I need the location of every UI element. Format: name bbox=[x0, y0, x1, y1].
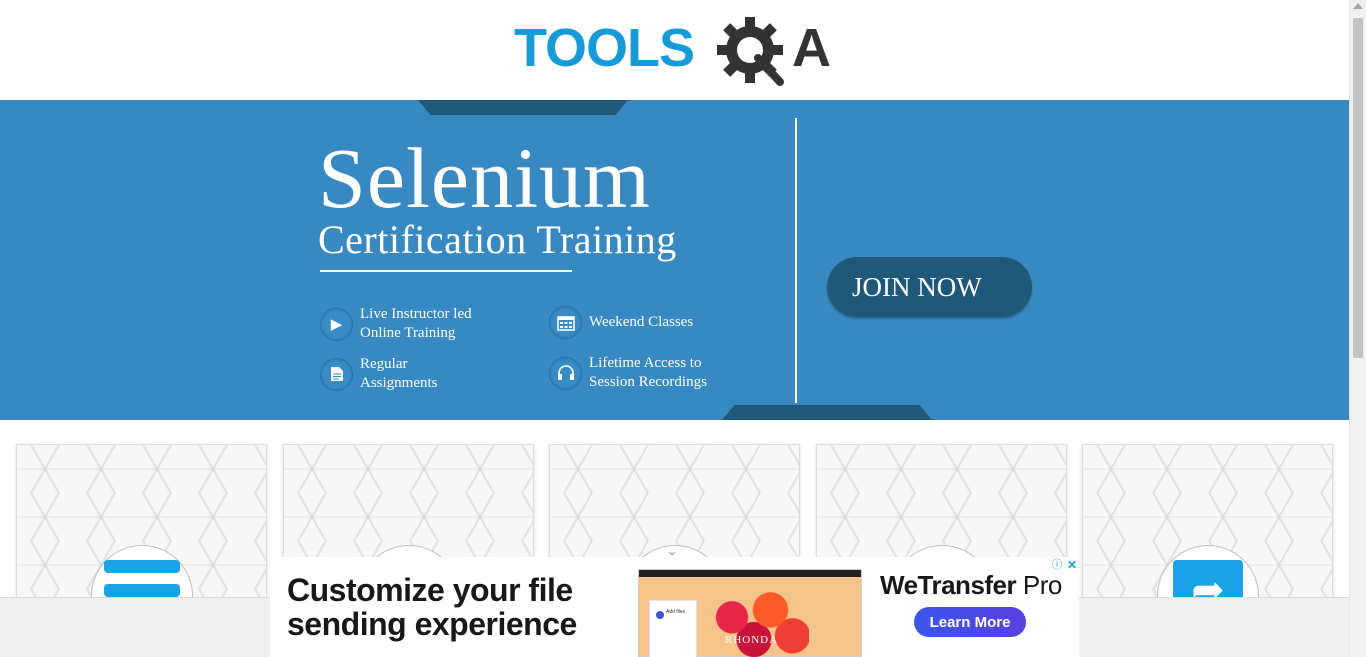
feature-assignments: Regular Assignments bbox=[320, 355, 438, 393]
site-header: TOOLS A bbox=[0, 0, 1349, 100]
selenium-banner[interactable]: Selenium Certification Training ▶ Live I… bbox=[0, 100, 1349, 420]
vertical-scrollbar[interactable] bbox=[1349, 0, 1366, 657]
play-icon: ▶ bbox=[320, 307, 353, 341]
ad-preview-panel: Add files bbox=[649, 600, 697, 657]
chevron-down-icon: ⌄ bbox=[667, 544, 678, 558]
flowers-image bbox=[699, 584, 809, 657]
toolsqa-logo[interactable]: TOOLS A bbox=[514, 14, 838, 92]
join-now-button[interactable]: JOIN NOW bbox=[827, 257, 1032, 317]
learn-more-button[interactable]: Learn More bbox=[914, 607, 1026, 637]
feature-weekend-classes: Weekend Classes bbox=[549, 306, 693, 339]
scroll-up-arrow[interactable] bbox=[1353, 3, 1363, 9]
ad-brand-light: Pro bbox=[1016, 570, 1062, 600]
feature-line: Regular bbox=[360, 356, 408, 372]
banner-title: Selenium bbox=[318, 130, 651, 226]
gear-magnifier-icon bbox=[717, 17, 784, 86]
feature-line: Session Recordings bbox=[589, 374, 707, 390]
logo-a-text: A bbox=[792, 18, 831, 78]
banner-divider bbox=[795, 118, 797, 403]
ad-brand-bold: WeTransfer bbox=[880, 570, 1017, 600]
wetransfer-ad[interactable]: Customize your file sending experience Ad… bbox=[270, 557, 1079, 657]
ad-preview-name: RHONDA bbox=[725, 634, 779, 646]
feature-line: Assignments bbox=[360, 375, 438, 391]
feature-live-training: ▶ Live Instructor led Online Training bbox=[320, 305, 472, 343]
feature-lifetime-access: Lifetime Access to Session Recordings bbox=[549, 354, 707, 392]
close-icon[interactable]: ✕ bbox=[1065, 558, 1079, 572]
feature-line: Weekend Classes bbox=[589, 314, 694, 330]
ad-preview-panel-text: Add files bbox=[666, 609, 686, 615]
page: TOOLS A Selenium Certification Training … bbox=[0, 0, 1366, 657]
banner-tab-bottom bbox=[722, 405, 932, 420]
logo-tools-text: TOOLS bbox=[514, 18, 694, 78]
banner-tab-top bbox=[418, 100, 628, 115]
feature-line: Live Instructor led bbox=[360, 306, 472, 322]
banner-underline bbox=[320, 270, 572, 272]
ad-headline-line: sending experience bbox=[287, 606, 577, 642]
feature-line: Lifetime Access to bbox=[589, 355, 702, 371]
document-icon bbox=[320, 357, 353, 391]
ad-preview-image: Add files RHONDA bbox=[638, 569, 862, 657]
scroll-thumb[interactable] bbox=[1353, 18, 1363, 358]
ad-headline: Customize your file sending experience bbox=[287, 573, 577, 641]
calendar-icon bbox=[549, 306, 582, 339]
ad-brand: WeTransfer Pro bbox=[880, 570, 1062, 601]
ad-headline-line: Customize your file bbox=[287, 572, 573, 608]
info-icon[interactable]: ⓘ bbox=[1050, 558, 1064, 572]
headphones-icon bbox=[549, 356, 582, 390]
feature-line: Online Training bbox=[360, 325, 456, 341]
banner-subtitle: Certification Training bbox=[318, 217, 677, 262]
